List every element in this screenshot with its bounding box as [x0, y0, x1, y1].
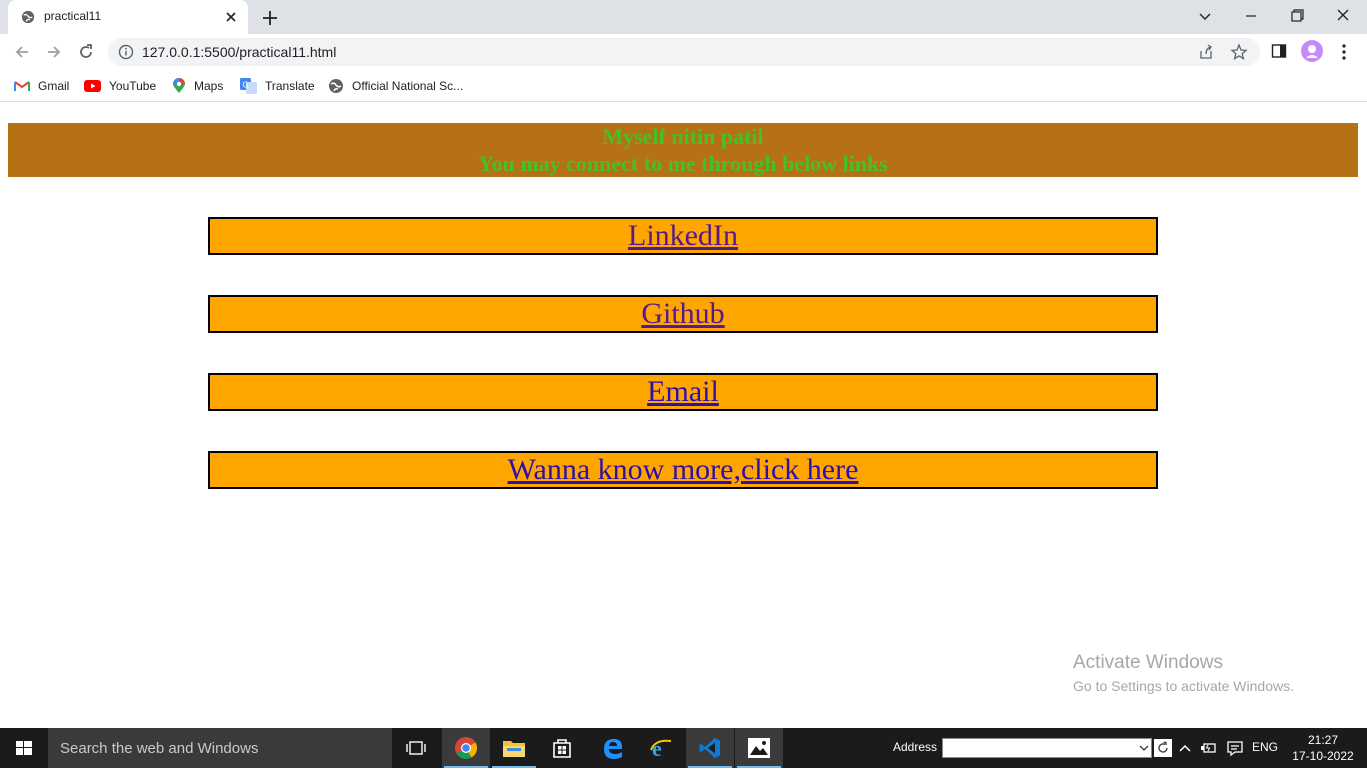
taskbar: Search the web and Windows e Address ENG… — [0, 728, 1367, 768]
vscode-taskbar-button[interactable] — [686, 728, 734, 768]
bookmark-star-icon[interactable] — [1230, 43, 1248, 61]
tab-title: practical11 — [44, 9, 102, 23]
system-clock[interactable]: 21:27 17-10-2022 — [1290, 732, 1356, 764]
start-button[interactable] — [0, 728, 48, 768]
activate-windows-watermark: Activate Windows Go to Settings to activ… — [1073, 652, 1294, 694]
clock-date: 17-10-2022 — [1292, 749, 1354, 763]
address-toolbar-label: Address — [893, 740, 938, 754]
language-indicator[interactable]: ENG — [1252, 740, 1278, 754]
gmail-icon — [14, 81, 30, 91]
linkedin-link[interactable]: LinkedIn — [628, 219, 738, 252]
bookmark-label: YouTube — [109, 79, 157, 93]
tab-practical11[interactable]: practical11 — [8, 0, 248, 34]
svg-text:e: e — [652, 736, 662, 760]
notification-icon[interactable] — [1226, 738, 1244, 758]
bookmark-translate[interactable]: G Translate — [240, 77, 315, 95]
bookmark-label: Maps — [194, 79, 224, 93]
photos-icon — [748, 738, 770, 758]
address-toolbar-input[interactable] — [942, 738, 1152, 758]
back-icon[interactable] — [12, 42, 32, 62]
internet-explorer-button[interactable]: e — [637, 728, 685, 768]
minimize-icon[interactable] — [1240, 6, 1262, 26]
address-bar[interactable]: 127.0.0.1:5500/practical11.html — [108, 38, 1260, 66]
github-link[interactable]: Github — [641, 297, 724, 330]
new-tab-icon[interactable] — [260, 8, 280, 28]
search-placeholder: Search the web and Windows — [60, 740, 259, 757]
bookmark-youtube[interactable]: YouTube — [84, 77, 156, 95]
chevron-down-icon[interactable] — [1194, 6, 1216, 26]
vscode-icon — [699, 738, 720, 758]
linkedin-link-box: LinkedIn — [208, 217, 1158, 255]
side-panel-icon[interactable] — [1271, 43, 1287, 59]
svg-text:G: G — [243, 81, 249, 90]
reload-icon[interactable] — [76, 42, 96, 62]
profile-avatar[interactable] — [1301, 40, 1323, 62]
task-view-button[interactable] — [392, 728, 440, 768]
store-icon — [553, 739, 571, 758]
know-more-link-box: Wanna know more,click here — [208, 451, 1158, 489]
youtube-icon — [84, 80, 101, 92]
know-more-link[interactable]: Wanna know more,click here — [508, 453, 859, 486]
page-header: Myself nitin patil You may connect to me… — [8, 123, 1358, 177]
url-text: 127.0.0.1:5500/practical11.html — [142, 44, 337, 60]
bookmark-maps[interactable]: Maps — [172, 77, 223, 95]
github-link-box: Github — [208, 295, 1158, 333]
bookmark-label: Gmail — [38, 79, 70, 93]
clock-time: 21:27 — [1307, 733, 1339, 747]
maps-icon — [173, 78, 185, 93]
profile-icon — [1306, 45, 1318, 58]
file-explorer-button[interactable] — [490, 728, 538, 768]
store-button[interactable] — [538, 728, 586, 768]
email-link[interactable]: Email — [647, 375, 719, 408]
folder-icon — [503, 741, 525, 757]
close-window-icon[interactable] — [1332, 6, 1354, 26]
refresh-icon[interactable] — [1154, 739, 1172, 757]
site-info-icon[interactable] — [118, 44, 134, 60]
header-line-2: You may connect to me through below link… — [478, 151, 888, 176]
web-page: Myself nitin patil You may connect to me… — [0, 103, 1367, 728]
chevron-up-icon[interactable] — [1178, 738, 1192, 758]
edge-icon — [604, 739, 622, 759]
task-view-icon — [406, 741, 426, 755]
power-battery-icon[interactable] — [1200, 738, 1218, 758]
tab-strip: practical11 — [0, 0, 1367, 34]
menu-icon[interactable] — [1336, 42, 1352, 62]
restore-icon[interactable] — [1286, 6, 1308, 26]
chrome-icon — [455, 737, 477, 759]
watermark-title: Activate Windows — [1073, 652, 1223, 673]
globe-icon — [329, 79, 343, 93]
windows-logo-icon — [16, 741, 32, 755]
bookmark-gmail[interactable]: Gmail — [14, 77, 69, 95]
header-line-1: Myself nitin patil — [602, 124, 764, 149]
close-tab-icon[interactable] — [223, 9, 239, 25]
bookmark-label: Translate — [265, 79, 315, 93]
translate-icon: G — [240, 78, 257, 94]
internet-explorer-icon: e — [650, 736, 672, 760]
bookmark-official-national[interactable]: Official National Sc... — [328, 77, 463, 95]
photos-taskbar-button[interactable] — [735, 728, 783, 768]
forward-icon[interactable] — [44, 42, 64, 62]
bookmark-label: Official National Sc... — [352, 79, 464, 93]
globe-icon — [21, 10, 35, 24]
watermark-subtitle: Go to Settings to activate Windows. — [1073, 678, 1294, 694]
chevron-down-icon[interactable] — [1139, 743, 1149, 753]
browser-toolbar: 127.0.0.1:5500/practical11.html — [0, 34, 1367, 70]
taskbar-search-box[interactable]: Search the web and Windows — [48, 728, 392, 768]
edge-button[interactable] — [589, 728, 637, 768]
bookmarks-bar: Gmail YouTube Maps G Translate Official … — [0, 70, 1367, 102]
chrome-taskbar-button[interactable] — [442, 728, 490, 768]
share-icon[interactable] — [1198, 44, 1214, 60]
email-link-box: Email — [208, 373, 1158, 411]
